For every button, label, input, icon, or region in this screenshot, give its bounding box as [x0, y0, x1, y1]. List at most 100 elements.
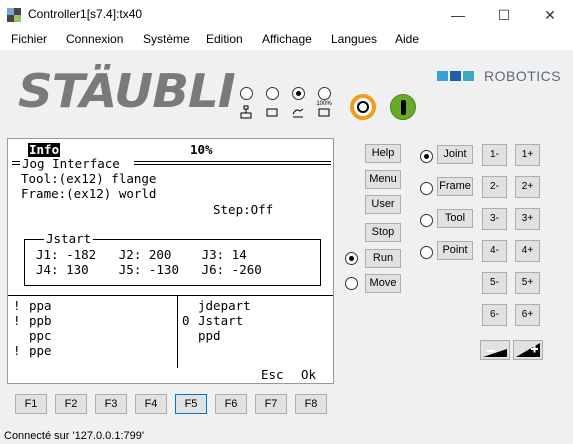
- connection-status: Connecté sur '127.0.0.1:799': [4, 430, 144, 442]
- speed-up-button[interactable]: [513, 340, 543, 360]
- list-item[interactable]: ppd: [198, 329, 221, 343]
- panel-title: Jog Interface: [22, 156, 120, 171]
- list-item[interactable]: ppc: [29, 329, 52, 343]
- power-on-button[interactable]: [350, 94, 376, 120]
- menu-bar: Fichier Connexion Système Edition Affich…: [0, 30, 573, 50]
- frame-button[interactable]: Frame: [437, 177, 473, 196]
- list-item[interactable]: ppa: [29, 299, 52, 313]
- auto-mode-icon: 100%: [316, 100, 332, 117]
- mode-radio-auto[interactable]: [318, 87, 331, 100]
- frame-radio[interactable]: [420, 182, 433, 195]
- brand-square-icon: [450, 71, 461, 81]
- step-line: Step:Off: [213, 202, 274, 217]
- menu-fichier[interactable]: Fichier: [11, 32, 47, 46]
- title-rule: [134, 161, 331, 165]
- esc-softkey-label: Esc: [261, 367, 284, 382]
- menu-button[interactable]: Menu: [365, 170, 401, 189]
- robotics-label: ROBOTICS: [484, 68, 562, 84]
- jog-2-plus-button[interactable]: 2+: [515, 176, 540, 198]
- f2-button[interactable]: F2: [55, 394, 87, 414]
- list-item-mark: 0: [182, 313, 190, 328]
- menu-edition[interactable]: Edition: [206, 32, 243, 46]
- jog-4-plus-button[interactable]: 4+: [515, 240, 540, 262]
- f5-button[interactable]: F5: [175, 394, 207, 414]
- stop-button[interactable]: Stop: [365, 223, 401, 242]
- jog-6-minus-button[interactable]: 6-: [482, 304, 507, 326]
- f1-button[interactable]: F1: [15, 394, 47, 414]
- test-mode-icon: [290, 105, 306, 121]
- menu-affichage[interactable]: Affichage: [262, 32, 312, 46]
- point-radio[interactable]: [420, 246, 433, 259]
- staubli-logo: STÄUBLI: [18, 64, 236, 118]
- f7-button[interactable]: F7: [255, 394, 287, 414]
- jog-3-minus-button[interactable]: 3-: [482, 208, 507, 230]
- brand-square-icon: [437, 71, 448, 81]
- speed-down-icon: [483, 349, 507, 357]
- f6-button[interactable]: F6: [215, 394, 247, 414]
- joint-button[interactable]: Joint: [437, 145, 473, 164]
- move-button[interactable]: Move: [365, 274, 401, 293]
- brand-square-icon: [463, 71, 474, 81]
- menu-aide[interactable]: Aide: [395, 32, 419, 46]
- list-column-divider: [177, 295, 178, 368]
- manual-mode-icon: [264, 105, 280, 121]
- jog-5-plus-button[interactable]: 5+: [515, 272, 540, 294]
- f4-button[interactable]: F4: [135, 394, 167, 414]
- jog-6-plus-button[interactable]: 6+: [515, 304, 540, 326]
- mode-radio-test[interactable]: [292, 87, 305, 100]
- speed-down-button[interactable]: [480, 340, 510, 360]
- mode-radio-local[interactable]: [240, 87, 253, 100]
- status-bar: Connecté sur '127.0.0.1:799': [0, 428, 573, 444]
- list-item-mark: !: [13, 298, 21, 313]
- list-item[interactable]: ppe: [29, 344, 52, 358]
- title-bar: Controller1[s7.4]:tx40 — ☐ ✕: [0, 0, 573, 30]
- jog-2-minus-button[interactable]: 2-: [482, 176, 507, 198]
- frame-line: Frame:(ex12) world: [21, 186, 157, 201]
- app-icon: [7, 8, 21, 22]
- menu-langues[interactable]: Langues: [331, 32, 377, 46]
- point-button[interactable]: Point: [437, 241, 473, 260]
- close-button[interactable]: ✕: [527, 0, 573, 30]
- menu-systeme[interactable]: Système: [143, 32, 190, 46]
- tool-button[interactable]: Tool: [437, 209, 473, 228]
- tool-radio[interactable]: [420, 214, 433, 227]
- list-item[interactable]: Jstart: [198, 314, 243, 328]
- joints-title: Jstart: [44, 231, 94, 246]
- joints-row-2: J4: 130 J5: -130 J6: -260: [36, 262, 262, 277]
- pendant-screen: Info 10% Jog Interface Tool:(ex12) flang…: [7, 138, 334, 384]
- run-radio[interactable]: [345, 252, 358, 265]
- f8-button[interactable]: F8: [295, 394, 327, 414]
- title-rule: [12, 161, 20, 165]
- help-button[interactable]: Help: [365, 144, 401, 163]
- enable-button[interactable]: [390, 94, 416, 120]
- list-item-mark: !: [13, 343, 21, 358]
- tool-line: Tool:(ex12) flange: [21, 171, 157, 186]
- speed-value: 10%: [190, 142, 213, 157]
- window-title: Controller1[s7.4]:tx40: [28, 7, 143, 21]
- maximize-button[interactable]: ☐: [481, 0, 527, 30]
- list-item[interactable]: jdepart: [198, 299, 251, 313]
- move-radio[interactable]: [345, 277, 358, 290]
- local-mode-icon: [238, 105, 254, 121]
- pendant-panel: STÄUBLI ROBOTICS 100% Info 10% Jog Inter…: [0, 50, 573, 428]
- jog-5-minus-button[interactable]: 5-: [482, 272, 507, 294]
- joints-row-1: J1: -182 J2: 200 J3: 14: [36, 247, 247, 262]
- speed-up-icon: [516, 343, 540, 357]
- mode-radio-manual[interactable]: [266, 87, 279, 100]
- auto-mode-label: 100%: [316, 101, 332, 107]
- list-item-mark: !: [13, 313, 21, 328]
- user-button[interactable]: User: [365, 195, 401, 214]
- jog-1-minus-button[interactable]: 1-: [482, 144, 507, 166]
- jog-1-plus-button[interactable]: 1+: [515, 144, 540, 166]
- minimize-button[interactable]: —: [435, 0, 481, 30]
- f3-button[interactable]: F3: [95, 394, 127, 414]
- run-button[interactable]: Run: [365, 249, 401, 268]
- list-divider: [8, 295, 333, 296]
- joint-radio[interactable]: [420, 150, 433, 163]
- menu-connexion[interactable]: Connexion: [66, 32, 123, 46]
- list-item[interactable]: ppb: [29, 314, 52, 328]
- ok-softkey-label: Ok: [301, 367, 317, 382]
- info-label: Info: [28, 142, 61, 157]
- jog-3-plus-button[interactable]: 3+: [515, 208, 540, 230]
- jog-4-minus-button[interactable]: 4-: [482, 240, 507, 262]
